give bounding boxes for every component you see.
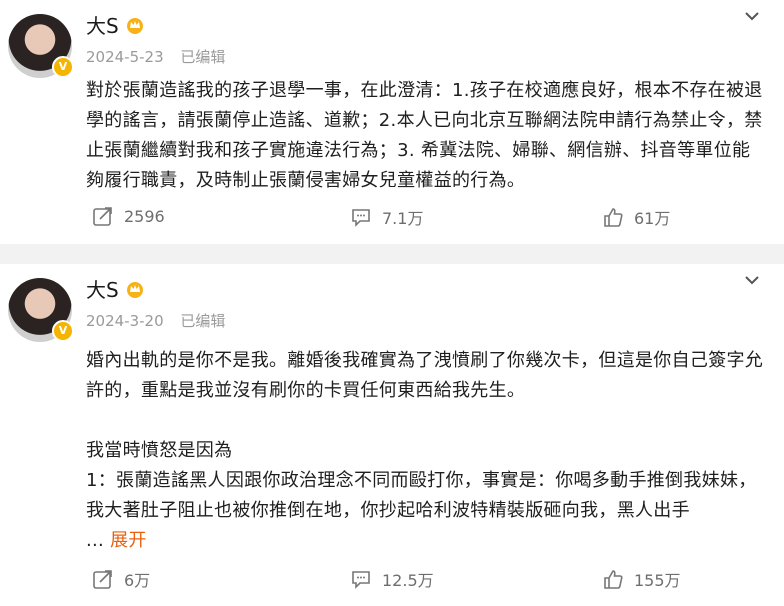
ellipsis: ... xyxy=(86,530,105,551)
user-name-row: 大S xyxy=(86,10,145,39)
like-button[interactable]: 61万 xyxy=(602,205,670,229)
user-name[interactable]: 大S xyxy=(86,274,119,303)
chevron-down-icon[interactable] xyxy=(742,270,762,290)
repost-icon xyxy=(93,207,112,226)
avatar[interactable]: V xyxy=(8,278,74,342)
expand-row: ... 展开 xyxy=(86,526,764,556)
edited-label: 已编辑 xyxy=(180,312,226,330)
comment-icon xyxy=(352,571,370,589)
post-text: 對於張蘭造謠我的孩子退學一事，在此澄清：1.孩子在校適應良好，根本不存在被退學的… xyxy=(86,76,764,196)
comment-count: 12.5万 xyxy=(382,571,434,590)
expand-link[interactable]: 展开 xyxy=(110,530,147,551)
post-paragraph: 我當時憤怒是因為 xyxy=(86,440,233,461)
action-bar: 2596 7.1万 61万 xyxy=(0,205,784,235)
chevron-down-icon[interactable] xyxy=(742,6,762,26)
comment-icon xyxy=(352,209,370,227)
post-meta: 2024-5-23 已编辑 xyxy=(86,46,225,67)
post-paragraph: 婚內出軌的是你不是我。離婚後我確實為了洩憤刷了你幾次卡，但這是你自己簽字允許的，… xyxy=(86,350,764,401)
comment-button[interactable]: 12.5万 xyxy=(350,567,434,591)
post-paragraph: 對於張蘭造謠我的孩子退學一事，在此澄清：1.孩子在校適應良好，根本不存在被退學的… xyxy=(86,80,763,191)
post-text: 婚內出軌的是你不是我。離婚後我確實為了洩憤刷了你幾次卡，但這是你自己簽字允許的，… xyxy=(86,346,764,556)
repost-count: 2596 xyxy=(124,206,165,226)
thumbs-up-icon xyxy=(604,208,623,227)
comment-count: 7.1万 xyxy=(382,209,424,228)
like-button[interactable]: 155万 xyxy=(602,567,681,591)
user-name-row: 大S xyxy=(86,274,145,303)
like-count: 61万 xyxy=(634,209,671,228)
post-card: V 大S 2024-5-23 已编辑 對於張蘭造謠我的孩子退學一事，在此澄清：1… xyxy=(0,0,784,244)
post-meta: 2024-3-20 已编辑 xyxy=(86,310,225,331)
post-date: 2024-5-23 xyxy=(86,48,164,66)
avatar[interactable]: V xyxy=(8,14,74,78)
verified-badge-icon: V xyxy=(52,56,74,78)
repost-count: 6万 xyxy=(124,571,151,590)
post-card: V 大S 2024-3-20 已编辑 婚內出軌的是你不是我。離婚後我確實為了洩憤… xyxy=(0,264,784,606)
verified-badge-icon: V xyxy=(52,320,74,342)
edited-label: 已编辑 xyxy=(180,48,226,66)
repost-button[interactable]: 2596 xyxy=(92,205,165,227)
action-bar: 6万 12.5万 155万 xyxy=(0,567,784,597)
crown-icon xyxy=(126,281,143,298)
post-date: 2024-3-20 xyxy=(86,312,164,330)
like-count: 155万 xyxy=(634,571,681,590)
thumbs-up-icon xyxy=(604,570,623,589)
post-paragraph: 1：張蘭造謠黑人因跟你政治理念不同而毆打你，事實是：你喝多動手推倒我妹妹，我大著… xyxy=(86,470,757,521)
repost-button[interactable]: 6万 xyxy=(92,567,150,591)
user-name[interactable]: 大S xyxy=(86,10,119,39)
crown-icon xyxy=(126,17,143,34)
comment-button[interactable]: 7.1万 xyxy=(350,205,423,229)
repost-icon xyxy=(93,570,112,589)
